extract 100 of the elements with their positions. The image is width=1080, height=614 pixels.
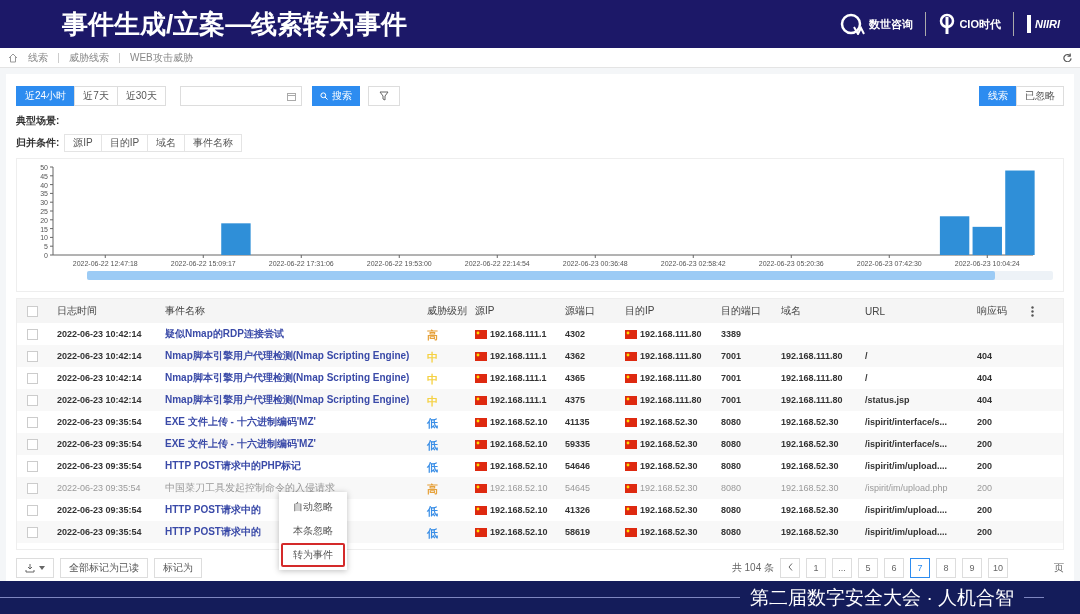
column-header[interactable]: URL <box>859 305 971 317</box>
column-header[interactable]: 事件名称 <box>159 304 421 319</box>
flag-icon <box>625 439 637 449</box>
page-button[interactable]: 7 <box>910 558 930 579</box>
table-cell: 192.168.111.80 <box>625 395 702 406</box>
table-cell: 4375 <box>565 395 586 406</box>
table-cell: 8080 <box>721 505 742 516</box>
table-cell: 192.168.111.1 <box>475 329 547 340</box>
column-header[interactable]: 目的端口 <box>715 304 775 319</box>
filter-icon <box>378 91 389 102</box>
column-header[interactable]: 域名 <box>775 304 859 319</box>
filter-button[interactable] <box>367 86 400 107</box>
merge-option[interactable]: 源IP <box>64 134 102 153</box>
table-cell: 200 <box>977 439 993 450</box>
table-cell: 192.168.52.10 <box>475 461 548 472</box>
table-cell: 2022-06-23 09:35:54 <box>57 527 142 538</box>
checkbox[interactable] <box>27 372 38 384</box>
column-header[interactable]: 日志时间 <box>51 304 159 319</box>
checkbox[interactable] <box>27 416 38 428</box>
download-button[interactable] <box>16 558 54 579</box>
table-cell: 192.168.111.80 <box>625 329 702 340</box>
severity-label: 中 <box>427 351 438 364</box>
table-cell: /ispirit/im/upload.... <box>865 527 947 538</box>
event-link[interactable]: Nmap脚本引擎用户代理检测(Nmap Scripting Engine) <box>165 371 410 386</box>
page-button[interactable]: 8 <box>936 558 956 579</box>
checkbox[interactable] <box>27 526 38 538</box>
page-button[interactable]: 1 <box>806 558 826 579</box>
table-cell: 404 <box>977 351 993 362</box>
action-button[interactable]: 全部标记为已读 <box>60 558 148 579</box>
table-cell: 8080 <box>721 439 742 450</box>
breadcrumb-item[interactable]: 威胁线索 <box>69 50 109 65</box>
merge-option[interactable]: 目的IP <box>100 134 149 153</box>
table-cell: 192.168.52.30 <box>781 417 839 428</box>
column-header[interactable]: 目的IP <box>619 304 715 319</box>
event-link[interactable]: HTTP POST请求中的PHP标记 <box>165 459 302 474</box>
checkbox[interactable] <box>27 350 38 362</box>
column-header[interactable]: 源端口 <box>559 304 619 319</box>
checkbox[interactable] <box>27 504 38 516</box>
date-field[interactable] <box>179 86 302 107</box>
table-cell: 404 <box>977 395 993 406</box>
table-cell: 2022-06-23 09:35:54 <box>57 483 141 494</box>
flag-icon <box>475 483 487 493</box>
table-cell: 2022-06-23 09:35:54 <box>57 417 142 428</box>
flag-icon <box>475 417 487 427</box>
merge-option[interactable]: 事件名称 <box>184 134 243 153</box>
severity-label: 低 <box>427 461 438 474</box>
page-button[interactable]: ... <box>832 558 852 579</box>
event-link[interactable]: 疑似Nmap的RDP连接尝试 <box>165 327 284 342</box>
view-tab[interactable]: 已忽略 <box>1016 86 1064 107</box>
column-header[interactable]: 源IP <box>469 304 559 319</box>
page-button[interactable]: 9 <box>962 558 982 579</box>
table-cell: 192.168.111.1 <box>475 395 547 406</box>
table-cell: 200 <box>977 417 993 428</box>
prev-page-button[interactable] <box>780 558 800 579</box>
time-range-tab[interactable]: 近7天 <box>74 86 118 107</box>
breadcrumb-item[interactable]: WEB攻击威胁 <box>130 50 193 65</box>
menu-item[interactable]: 自动忽略 <box>281 495 345 520</box>
time-range-tab[interactable]: 近30天 <box>116 86 166 107</box>
column-header[interactable]: 响应码 <box>971 304 1031 319</box>
table-cell: 192.168.52.30 <box>781 439 839 450</box>
table-cell: 4362 <box>565 351 586 362</box>
checkbox[interactable] <box>27 482 38 494</box>
page-button[interactable]: 6 <box>884 558 904 579</box>
table-cell: 192.168.52.10 <box>475 483 548 494</box>
table-cell: 192.168.111.80 <box>781 373 843 384</box>
flag-icon <box>475 439 487 449</box>
table-cell: 4365 <box>565 373 586 384</box>
action-button[interactable]: 标记为 <box>154 558 202 579</box>
checkbox[interactable] <box>27 305 38 317</box>
table-cell: 2022-06-23 10:42:14 <box>57 395 142 406</box>
page-button[interactable]: 10 <box>988 558 1008 579</box>
event-link[interactable]: Nmap脚本引擎用户代理检测(Nmap Scripting Engine) <box>165 349 410 364</box>
banner-text: 第二届数字安全大会 · 人机合智 <box>750 585 1014 610</box>
table-cell: 192.168.52.30 <box>625 439 698 450</box>
page-button[interactable]: 5 <box>858 558 878 579</box>
checkbox[interactable] <box>27 438 38 450</box>
severity-label: 低 <box>427 439 438 452</box>
menu-item[interactable]: 本条忽略 <box>281 519 345 544</box>
event-link[interactable]: Nmap脚本引擎用户代理检测(Nmap Scripting Engine) <box>165 393 410 408</box>
checkbox[interactable] <box>27 328 38 340</box>
flag-icon <box>625 483 637 493</box>
merge-option[interactable]: 域名 <box>147 134 186 153</box>
table-cell: 2022-06-23 10:42:14 <box>57 351 142 362</box>
event-link[interactable]: EXE 文件上传 - 十六进制编码'MZ' <box>165 437 316 452</box>
table-cell: 192.168.52.30 <box>781 483 839 494</box>
table-cell: 192.168.52.10 <box>475 439 548 450</box>
table-cell: 192.168.111.1 <box>475 373 547 384</box>
more-icon[interactable] <box>1031 305 1034 317</box>
menu-item[interactable]: 转为事件 <box>281 543 345 568</box>
total-count: 共 104 条 <box>731 561 774 576</box>
refresh-icon[interactable] <box>1063 53 1072 63</box>
table-cell: / <box>865 351 868 362</box>
table-cell: /ispirit/im/upload.... <box>865 461 947 472</box>
breadcrumb-item[interactable]: 线索 <box>28 50 48 65</box>
checkbox[interactable] <box>27 460 38 472</box>
event-link[interactable]: HTTP POST请求中的 <box>165 503 261 518</box>
event-link[interactable]: EXE 文件上传 - 十六进制编码'MZ' <box>165 415 316 430</box>
event-link[interactable]: HTTP POST请求中的 <box>165 525 261 540</box>
checkbox[interactable] <box>27 394 38 406</box>
column-header[interactable]: 威胁级别 <box>421 304 469 319</box>
